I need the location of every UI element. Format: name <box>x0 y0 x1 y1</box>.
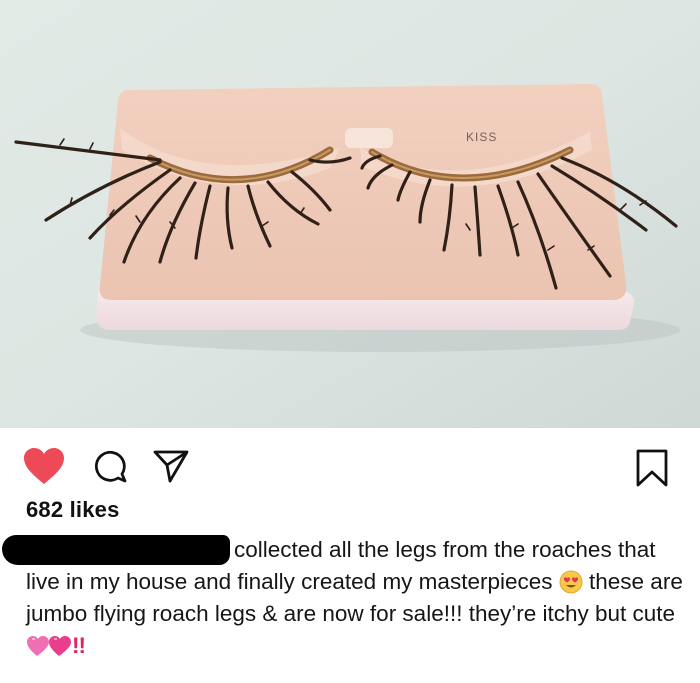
post-photo[interactable]: KISS <box>0 0 700 428</box>
comment-icon[interactable] <box>92 448 128 484</box>
instagram-post: KISS 682 likes collected all the legs fr… <box>0 0 700 683</box>
heart-eyes-emoji-icon <box>559 570 583 594</box>
action-bar <box>0 440 700 494</box>
tray-notch <box>345 128 393 148</box>
share-icon[interactable] <box>152 448 190 484</box>
heart-icon[interactable] <box>22 446 66 486</box>
brand-label: KISS <box>466 130 497 144</box>
double-exclamation: !! <box>72 633 86 658</box>
two-hearts-emoji-icon <box>27 636 71 656</box>
bookmark-icon[interactable] <box>634 448 670 488</box>
eyelashes-photo: KISS <box>0 0 700 428</box>
post-caption: collected all the legs from the roaches … <box>2 534 686 662</box>
redacted-username <box>2 535 230 565</box>
likes-count[interactable]: 682 likes <box>26 497 120 523</box>
lash-tray <box>99 84 627 300</box>
